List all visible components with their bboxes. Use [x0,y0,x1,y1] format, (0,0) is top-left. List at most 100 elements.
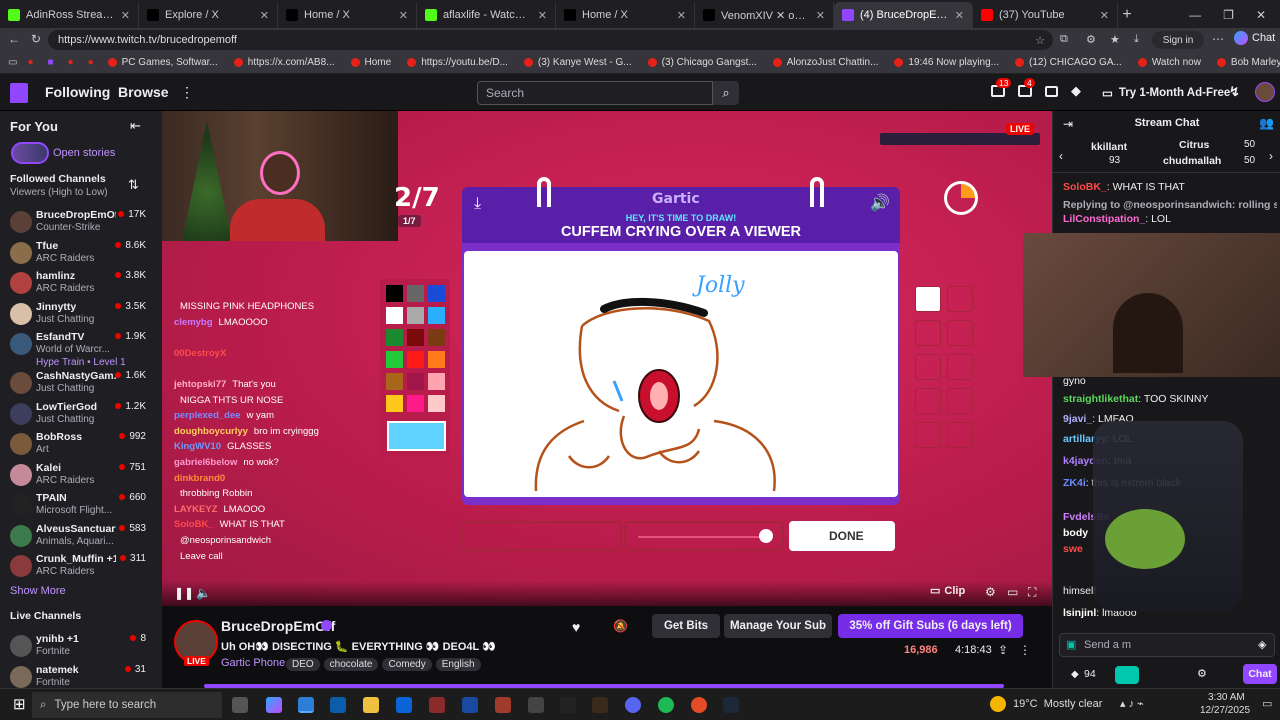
task-view-icon[interactable] [232,697,248,713]
fill-bucket-tool[interactable] [947,388,973,414]
download-icon[interactable]: ⤓ [474,195,481,213]
close-window-button[interactable]: ✕ [1256,8,1266,22]
bookmark-item[interactable]: Home [350,57,391,68]
show-more-link[interactable]: Show More [10,585,66,597]
pause-icon[interactable]: ❚❚ [174,586,194,600]
sidebar-channel[interactable]: LowTierGod Just Chatting 1.2K [0,399,162,429]
notification-center-icon[interactable]: ▭ [1262,697,1272,710]
search-button[interactable]: ⌕ [713,81,739,105]
tab-close-icon[interactable]: ✕ [810,9,825,22]
app-icon[interactable] [429,697,445,713]
tab-close-icon[interactable]: ✕ [671,9,686,22]
chat-username[interactable]: Replying to @neosporinsandwich: rolling … [1063,199,1277,211]
chat-username[interactable]: body [1063,527,1088,539]
sidebar-channel[interactable]: Jinnytty Just Chatting 3.5K [0,299,162,329]
download-icon[interactable]: ⤓ [1134,33,1139,46]
sidebar-channel[interactable]: Tfue ARC Raiders 8.6K [0,238,162,268]
sidebar-channel[interactable]: Kalei ARC Raiders 751 [0,460,162,490]
share-icon[interactable]: ⇪ [998,643,1008,657]
chat-username[interactable]: lsinjinl [1063,607,1096,619]
edge-icon[interactable] [298,697,314,713]
chat-username[interactable]: swe [1063,543,1083,555]
bookmark-item[interactable]: Watch now [1137,57,1201,68]
favorites-icon[interactable]: ★ [1110,33,1120,46]
chat-username[interactable]: straightlikethat [1063,393,1138,405]
sidebar-channel[interactable]: Crunk_Muffin +1 ARC Raiders 311 [0,551,162,581]
points-claim-button[interactable] [1115,666,1139,684]
weather-text[interactable]: 19°C Mostly clear [1013,698,1102,710]
emote-icon[interactable]: ▣ [1066,638,1076,651]
nav-browse[interactable]: Browse [118,84,169,100]
channel-points-icon[interactable]: ◆ [1071,669,1079,680]
taskbar-search[interactable]: ⌕ Type here to search [32,692,222,718]
chat-username[interactable]: 9javi_ [1063,413,1092,425]
tab-close-icon[interactable]: ✕ [949,9,964,22]
sidebar-channel[interactable]: BobRoss Art 992 [0,429,162,459]
youtube-icon[interactable]: ● [88,57,94,68]
tab-close-icon[interactable]: ✕ [393,9,408,22]
minimize-button[interactable]: — [1189,8,1201,22]
volume-icon[interactable]: 🔈 [196,586,211,600]
mail-icon[interactable] [396,697,412,713]
tab-close-icon[interactable]: ✕ [1094,9,1109,22]
youtube-icon[interactable]: ● [27,57,33,68]
twitch-logo-icon[interactable] [10,83,28,103]
clock-date[interactable]: 12/27/2025 [1200,705,1250,716]
color-swatch-lightgray[interactable] [407,307,424,324]
chat-username[interactable]: ZK4i [1063,477,1086,489]
bookmark-item[interactable]: https://youtu.be/D... [407,57,508,68]
whispers-icon[interactable] [1045,86,1058,97]
sidebar-channel[interactable]: hamlinz ARC Raiders 3.8K [0,268,162,298]
extension-icon[interactable]: ⚙ [1086,33,1096,46]
file-explorer-icon[interactable] [363,697,379,713]
eraser-tool[interactable] [947,286,973,312]
twitch-icon[interactable]: ■ [48,57,54,68]
clip-button[interactable]: ▭ Clip [930,584,965,598]
color-swatch-red[interactable] [407,351,424,368]
extensions-icon[interactable]: ⧉ [1060,33,1068,46]
tray-icons[interactable]: ▴ ♪ ⌁ [1120,697,1144,710]
app-icon[interactable] [560,697,576,713]
browser-tab[interactable]: (37) YouTube ✕ [973,2,1118,28]
category-link[interactable]: Gartic Phone [221,657,285,669]
volume-icon[interactable]: 🔊 [870,193,890,213]
color-swatch-brown[interactable] [428,329,445,346]
bookmark-item[interactable]: (3) Chicago Gangst... [647,57,757,68]
rect-fill-tool[interactable] [915,354,941,380]
manage-sub-button[interactable]: Manage Your Sub [724,614,832,638]
rect-outline-tool[interactable] [915,320,941,346]
back-button[interactable]: ← [8,32,20,46]
browser-tab[interactable]: Explore / X ✕ [139,2,278,28]
get-bits-button[interactable]: Get Bits [652,614,720,638]
collapse-sidebar-icon[interactable]: ⇤ [130,118,141,134]
stories-avatars[interactable] [11,142,49,164]
sidebar-channel[interactable]: ynihb +1 Fortnite 8 [0,631,162,661]
app-icon[interactable] [462,697,478,713]
stream-tag[interactable]: chocolate [323,658,379,671]
restore-button[interactable]: ❐ [1223,8,1234,22]
bookmark-item[interactable]: AlonzoJust Chattin... [772,57,878,68]
chat-settings-icon[interactable]: ⚙ [1197,667,1207,680]
spotify-icon[interactable] [658,697,674,713]
redo-tool[interactable] [947,422,973,448]
bookmark-item[interactable]: Bob Marley - Waiti... [1216,57,1280,68]
color-swatch-darkred[interactable] [407,329,424,346]
color-swatch-pink[interactable] [428,373,445,390]
undo-tool[interactable] [915,422,941,448]
chat-send-button[interactable]: Chat [1243,664,1277,684]
bookmark-item[interactable]: (12) CHICAGO GA... [1015,57,1122,68]
browser-tab[interactable]: VenomXIV ✕ on X: "Is the m✕ [695,2,834,28]
chat-username[interactable]: LilConstipation_ [1063,213,1145,225]
color-swatch-gray[interactable] [407,285,424,302]
color-swatch-cyan[interactable] [428,307,445,324]
color-swatch-peach[interactable] [428,395,445,412]
tab-close-icon[interactable]: ✕ [115,9,130,22]
leaderboard-left-icon[interactable]: ‹ [1059,149,1063,163]
browser-tab[interactable]: aflaxlife - Watch clips on Kic✕ [417,2,556,28]
copilot-icon[interactable] [266,697,282,713]
menu-icon[interactable]: ⋯ [1212,32,1224,46]
color-swatch-blue[interactable] [428,285,445,302]
theatre-mode-icon[interactable]: ▭ [1007,585,1018,599]
browser-tab[interactable]: Home / X ✕ [556,2,695,28]
streamer-name[interactable]: BruceDropEmOff [221,618,335,634]
